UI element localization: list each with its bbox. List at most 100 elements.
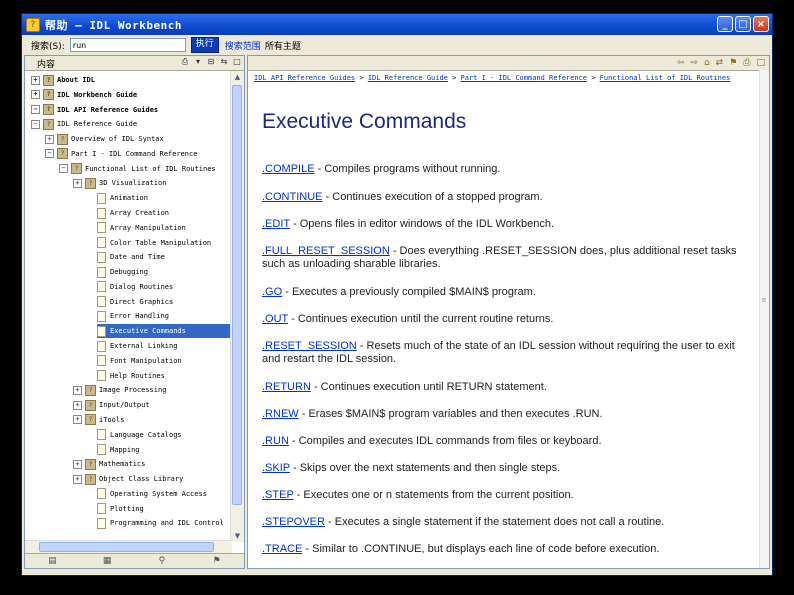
bookmark-icon[interactable]: ⚑ (729, 57, 737, 69)
tree-item[interactable]: Dialog Routines (97, 280, 173, 294)
command-link[interactable]: .RNEW (262, 408, 299, 420)
tree-item[interactable]: Animation (97, 191, 148, 205)
tree-item[interactable]: Debugging (97, 265, 148, 279)
command-link[interactable]: .EDIT (262, 218, 290, 230)
scroll-up-icon[interactable]: ▲ (232, 71, 243, 83)
command-description: - Compiles programs without running. (314, 163, 501, 175)
tree-item[interactable]: +? Input/Output (73, 398, 150, 412)
tree-item[interactable]: Date and Time (97, 250, 165, 264)
maximize-topic-icon[interactable]: □ (756, 57, 765, 69)
collapse-icon[interactable]: − (31, 119, 40, 129)
expand-icon[interactable]: + (31, 75, 40, 85)
go-button[interactable]: 执行 (190, 37, 219, 53)
tree-item-label: Color Table Manipulation (110, 238, 212, 247)
search-tab-icon[interactable]: ⚲ (135, 554, 190, 568)
maximize-button[interactable]: □ (735, 16, 751, 32)
page-icon (97, 207, 106, 219)
scroll-down-icon[interactable]: ▼ (232, 530, 243, 542)
breadcrumb-link[interactable]: Part I - IDL Command Reference (461, 74, 587, 82)
tree-item[interactable]: Mapping (97, 443, 140, 457)
link-with-contents-icon[interactable]: ⇆ (219, 57, 229, 67)
command-link[interactable]: .SKIP (262, 462, 290, 474)
tree-item[interactable]: Array Creation (97, 206, 169, 220)
tree-item[interactable]: Programming and IDL Control (97, 516, 224, 530)
contents-vertical-scrollbar[interactable]: ▲ ▼ (230, 71, 244, 542)
expand-icon[interactable]: + (73, 178, 82, 188)
bookmarks-tab-icon[interactable]: ⚑ (189, 554, 244, 568)
tree-item[interactable]: +? iTools (73, 413, 124, 427)
command-link[interactable]: .RETURN (262, 381, 311, 393)
collapse-icon[interactable]: − (31, 105, 40, 115)
tree-item[interactable]: +? About IDL (31, 73, 95, 87)
expand-icon[interactable]: + (73, 415, 82, 425)
forward-icon[interactable]: ⇨ (690, 57, 698, 69)
tree-item[interactable]: Executive Commands (97, 324, 232, 339)
breadcrumb-link[interactable]: IDL API Reference Guides (254, 74, 355, 82)
expand-icon[interactable]: + (73, 459, 82, 469)
tree-item[interactable]: External Linking (97, 339, 177, 353)
tree-item[interactable]: −? Functional List of IDL Routines (59, 162, 216, 176)
tree-item[interactable]: +? Object Class Library (73, 472, 183, 486)
command-link[interactable]: .CONTINUE (262, 191, 323, 203)
print-page-icon[interactable]: ⎙ (743, 57, 750, 69)
back-icon[interactable]: ⇦ (677, 57, 685, 69)
expand-icon[interactable]: + (73, 385, 82, 395)
tree-item[interactable]: Color Table Manipulation (97, 236, 211, 250)
page-icon (97, 355, 106, 367)
command-link[interactable]: .STEPOVER (262, 516, 325, 528)
collapse-all-icon[interactable]: ⊟ (206, 57, 216, 67)
minimize-button[interactable]: _ (717, 16, 733, 32)
book-icon: ? (43, 74, 54, 86)
book-icon: ? (85, 458, 96, 470)
tree-item[interactable]: +? Overview of IDL Syntax (45, 132, 164, 146)
tree-item[interactable]: Operating System Access (97, 487, 207, 501)
breadcrumb-link[interactable]: IDL Reference Guide (368, 74, 448, 82)
command-link[interactable]: .RUN (262, 435, 289, 447)
tree-item[interactable]: −? IDL API Reference Guides (31, 103, 158, 117)
tree-item[interactable]: −? IDL Reference Guide (31, 117, 137, 131)
command-link[interactable]: .FULL_RESET_SESSION (262, 245, 390, 257)
command-link[interactable]: .RESET_SESSION (262, 340, 357, 352)
tree-item[interactable]: Direct Graphics (97, 295, 173, 309)
close-button[interactable]: × (753, 16, 769, 32)
contents-tab-icon[interactable]: ▤ (25, 554, 80, 568)
tree-item[interactable]: Plotting (97, 502, 144, 516)
command-link[interactable]: .GO (262, 286, 282, 298)
tree-item-label: Functional List of IDL Routines (85, 164, 216, 173)
command-link[interactable]: .STEP (262, 489, 294, 501)
command-entry: .FULL_RESET_SESSION - Does everything .R… (262, 245, 740, 271)
hscroll-thumb[interactable] (39, 542, 214, 552)
expand-icon[interactable]: + (73, 400, 82, 410)
home-icon[interactable]: ⌂ (704, 57, 710, 69)
search-input[interactable] (69, 38, 186, 52)
command-link[interactable]: .OUT (262, 313, 288, 325)
tree-item[interactable]: Help Routines (97, 369, 165, 383)
expand-icon[interactable]: + (31, 90, 40, 100)
command-link[interactable]: .TRACE (262, 543, 302, 555)
tree-item[interactable]: Language Catalogs (97, 428, 182, 442)
scroll-thumb[interactable] (232, 85, 242, 505)
tree-item[interactable]: Font Manipulation (97, 354, 182, 368)
command-link[interactable]: .COMPILE (262, 163, 315, 175)
contents-horizontal-scrollbar[interactable] (25, 540, 232, 554)
print-icon[interactable]: ⎙ (180, 57, 190, 67)
title-bar[interactable]: ? 帮助 — IDL Workbench _ □ × (22, 14, 772, 35)
expand-icon[interactable]: + (73, 474, 82, 484)
tree-item[interactable]: Error Handling (97, 309, 169, 323)
expand-icon[interactable]: + (45, 134, 54, 144)
topic-scrollbar[interactable]: ≡ (759, 70, 769, 568)
tree-item[interactable]: +? IDL Workbench Guide (31, 88, 137, 102)
maximize-view-icon[interactable]: □ (232, 57, 242, 67)
dropdown-icon[interactable]: ▾ (193, 57, 203, 67)
search-scope-link[interactable]: 搜索范围 (225, 39, 261, 52)
collapse-icon[interactable]: − (45, 149, 54, 159)
show-in-contents-icon[interactable]: ⇄ (716, 57, 724, 69)
tree-item[interactable]: +? Image Processing (73, 383, 166, 397)
index-tab-icon[interactable]: ▦ (80, 554, 135, 568)
collapse-icon[interactable]: − (59, 164, 68, 174)
tree-item[interactable]: +? Mathematics (73, 457, 145, 471)
tree-item[interactable]: Array Manipulation (97, 221, 186, 235)
tree-item[interactable]: −? Part I - IDL Command Reference (45, 147, 197, 161)
breadcrumb-link[interactable]: Functional List of IDL Routines (600, 74, 731, 82)
tree-item[interactable]: +? 3D Visualization (73, 176, 166, 190)
